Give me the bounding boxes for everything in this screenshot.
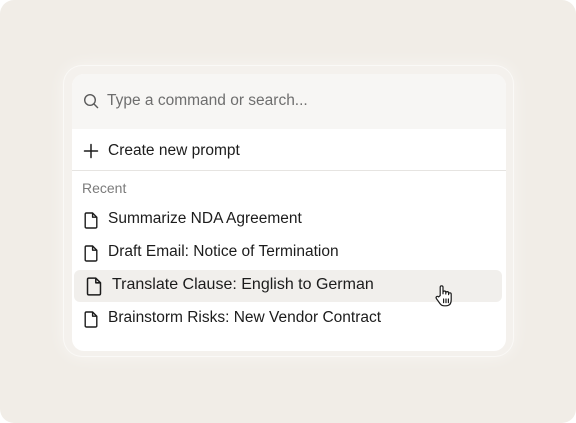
plus-icon (83, 143, 99, 159)
recent-item-label: Translate Clause: English to German (112, 276, 374, 293)
search-bar (72, 74, 506, 129)
command-palette: Create new prompt Recent Summarize NDA A… (72, 74, 506, 351)
divider (72, 170, 506, 171)
create-new-prompt-button[interactable]: Create new prompt (72, 134, 506, 170)
document-icon (84, 245, 98, 262)
recent-item-label: Brainstorm Risks: New Vendor Contract (108, 309, 382, 326)
recent-item-label: Summarize NDA Agreement (108, 210, 302, 227)
recent-item-summarize-nda[interactable]: Summarize NDA Agreement (74, 204, 502, 236)
recent-section-heading: Recent (82, 180, 127, 196)
recent-item-brainstorm-risks[interactable]: Brainstorm Risks: New Vendor Contract (74, 303, 502, 335)
search-icon (83, 93, 99, 109)
recent-item-translate-clause[interactable]: Translate Clause: English to German (74, 270, 502, 302)
create-new-prompt-label: Create new prompt (108, 142, 240, 159)
document-icon (84, 311, 98, 328)
recent-item-draft-email[interactable]: Draft Email: Notice of Termination (74, 237, 502, 269)
app-background: Create new prompt Recent Summarize NDA A… (0, 0, 576, 423)
recent-item-label: Draft Email: Notice of Termination (108, 243, 339, 260)
document-icon (86, 277, 102, 296)
document-icon (84, 212, 98, 229)
search-input[interactable] (107, 88, 487, 114)
